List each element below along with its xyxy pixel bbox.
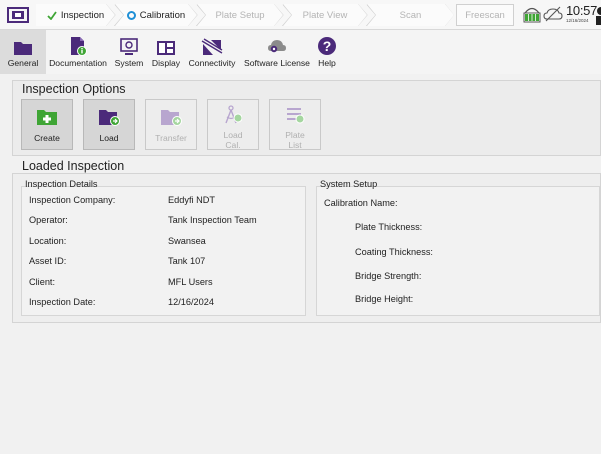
svg-text:?: ? [323, 38, 332, 54]
tool-ribbon: General Documentation System Display Con… [0, 30, 601, 74]
create-button[interactable]: Create [21, 99, 73, 150]
ribbon-software-license-label: Software License [244, 58, 310, 68]
plate-list-button[interactable]: Plate List [269, 99, 321, 150]
step-plate-view[interactable]: Plate View [283, 4, 367, 26]
detail-label: Operator: [29, 215, 68, 225]
ribbon-documentation-label: Documentation [49, 58, 107, 68]
load-button[interactable]: Load [83, 99, 135, 150]
app-logo-icon[interactable] [7, 6, 29, 24]
ribbon-help[interactable]: ? Help [314, 30, 340, 74]
plate-list-icon [285, 105, 305, 128]
transfer-label: Transfer [155, 133, 187, 143]
help-icon: ? [317, 30, 337, 56]
software-license-icon [267, 30, 287, 56]
detail-value: 12/16/2024 [168, 297, 214, 307]
transfer-button[interactable]: Transfer [145, 99, 197, 150]
folder-icon [13, 30, 33, 56]
system-icon [120, 30, 138, 56]
step-calibration-label: Calibration [139, 9, 186, 21]
ribbon-software-license[interactable]: Software License [240, 30, 314, 74]
calibration-name-label: Calibration Name: [324, 198, 398, 208]
ribbon-display[interactable]: Display [148, 30, 184, 74]
load-cal-icon [224, 105, 243, 128]
setup-label: Coating Thickness: [355, 247, 433, 257]
create-icon [36, 108, 58, 129]
setup-label: Bridge Height: [355, 294, 414, 304]
loaded-inspection-title: Loaded Inspection [22, 159, 125, 173]
ribbon-documentation[interactable]: Documentation [46, 30, 110, 74]
detail-label: Inspection Company: [29, 195, 116, 205]
step-plate-setup[interactable]: Plate Setup [197, 4, 283, 26]
setup-label: Bridge Strength: [355, 271, 422, 281]
detail-value: MFL Users [168, 277, 213, 287]
step-scan-label: Scan [399, 9, 422, 21]
detail-label: Client: [29, 277, 56, 287]
workflow-steps: Inspection Calibration Plate Setup Plate… [36, 4, 454, 26]
plate-list-label: Plate List [285, 130, 305, 150]
detail-value: Tank Inspection Team [168, 215, 257, 225]
detail-value: Swansea [168, 236, 206, 246]
display-icon [156, 30, 176, 56]
system-setup-title: System Setup [320, 179, 378, 189]
detail-label: Location: [29, 236, 67, 246]
freescan-label: Freescan [465, 9, 505, 21]
step-plate-setup-label: Plate Setup [215, 9, 265, 21]
document-icon [69, 30, 87, 56]
ribbon-system-label: System [114, 58, 144, 68]
ribbon-general[interactable]: General [0, 30, 46, 74]
loaded-inspection-panel: Inspection Details Inspection Company: E… [12, 173, 601, 323]
ribbon-system[interactable]: System [110, 30, 148, 74]
step-inspection[interactable]: Inspection [36, 4, 115, 26]
load-label: Load [99, 133, 119, 143]
battery-icon [523, 7, 541, 23]
load-cal-button[interactable]: Load Cal. [207, 99, 259, 150]
ribbon-help-label: Help [318, 58, 336, 68]
step-scan[interactable]: Scan [367, 4, 454, 26]
detail-value: Tank 107 [168, 256, 206, 266]
inspection-details-title: Inspection Details [25, 179, 98, 189]
load-cal-label: Load Cal. [223, 130, 243, 150]
clock-date: 12/16/2024 [566, 18, 589, 23]
workflow-bar: Inspection Calibration Plate Setup Plate… [0, 0, 601, 30]
create-label: Create [34, 133, 60, 143]
inspection-options-panel: Inspection Options Create Load Transfer … [12, 80, 601, 156]
ribbon-general-label: General [7, 58, 39, 68]
step-inspection-label: Inspection [60, 9, 105, 21]
freescan-button[interactable]: Freescan [456, 4, 514, 26]
step-calibration[interactable]: Calibration [115, 4, 197, 26]
connectivity-icon [201, 30, 223, 56]
detail-label: Asset ID: [29, 256, 67, 266]
inspection-options-title: Inspection Options [22, 82, 126, 96]
active-step-icon [127, 11, 136, 20]
ribbon-display-label: Display [151, 58, 181, 68]
ribbon-connectivity-label: Connectivity [188, 58, 236, 68]
transfer-icon [160, 108, 182, 129]
load-icon [98, 108, 120, 129]
detail-value: Eddyfi NDT [168, 195, 215, 205]
setup-label: Plate Thickness: [355, 222, 423, 232]
clock-time: 10:57 [566, 3, 598, 18]
check-icon [47, 11, 57, 20]
network-disconnected-icon [543, 6, 563, 22]
ribbon-connectivity[interactable]: Connectivity [184, 30, 240, 74]
step-plate-view-label: Plate View [302, 9, 348, 21]
detail-label: Inspection Date: [29, 297, 96, 307]
